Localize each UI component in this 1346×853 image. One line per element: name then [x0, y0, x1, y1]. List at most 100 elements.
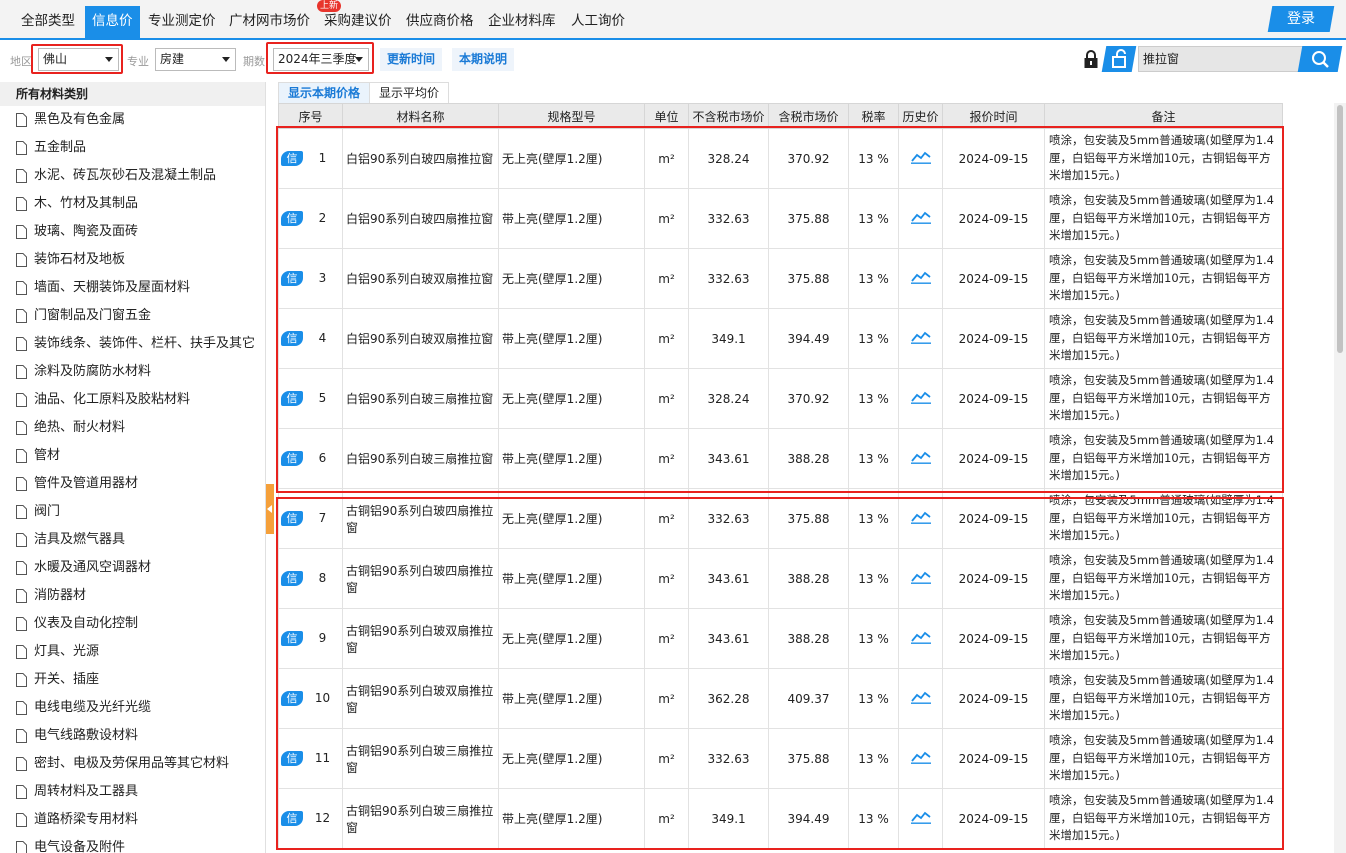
sidebar-item[interactable]: 玻璃、陶瓷及面砖	[0, 218, 265, 246]
document-icon	[16, 673, 27, 687]
document-icon	[16, 533, 27, 547]
sidebar-item[interactable]: 阀门	[0, 498, 265, 526]
top-nav: 全部类型 信息价 专业测定价 广材网市场价 采购建议价 上新 供应商价格 企业材…	[0, 0, 1346, 40]
region-highlight-box	[31, 44, 123, 74]
sidebar-item[interactable]: 电线电缆及光纤光缆	[0, 694, 265, 722]
document-icon	[16, 505, 27, 519]
document-icon	[16, 729, 27, 743]
sidebar-item-label: 涂料及防腐防水材料	[34, 364, 152, 379]
nav-tab-labor-inquiry[interactable]: 人工询价	[564, 6, 632, 36]
sidebar-item-label: 电气设备及附件	[34, 840, 126, 853]
nav-tab-supplier-price[interactable]: 供应商价格	[399, 6, 481, 36]
document-icon	[16, 841, 27, 853]
column-header: 不含税市场价	[688, 103, 769, 129]
sidebar-item[interactable]: 周转材料及工器具	[0, 778, 265, 806]
sidebar-item[interactable]: 门窗制品及门窗五金	[0, 302, 265, 330]
lock-icon[interactable]	[1083, 49, 1099, 69]
nav-tab-market-price[interactable]: 广材网市场价	[222, 6, 317, 36]
document-icon	[16, 253, 27, 267]
region-label: 地区	[10, 55, 32, 68]
sidebar-item-label: 开关、插座	[34, 672, 100, 687]
sidebar-item-label: 道路桥梁专用材料	[34, 812, 139, 827]
sidebar-item[interactable]: 水泥、砖瓦灰砂石及混凝土制品	[0, 162, 265, 190]
sidebar-item-label: 水泥、砖瓦灰砂石及混凝土制品	[34, 168, 217, 183]
document-icon	[16, 813, 27, 827]
search-input[interactable]: 推拉窗	[1138, 46, 1304, 72]
sidebar-item[interactable]: 装饰石材及地板	[0, 246, 265, 274]
sidebar-item[interactable]: 墙面、天棚装饰及屋面材料	[0, 274, 265, 302]
sidebar-item-label: 门窗制品及门窗五金	[34, 308, 152, 323]
scrollbar-thumb[interactable]	[1337, 105, 1343, 353]
document-icon	[16, 421, 27, 435]
sidebar-item-label: 木、竹材及其制品	[34, 196, 139, 211]
nav-tab-info-price[interactable]: 信息价	[85, 6, 140, 38]
period-label: 期数	[243, 55, 265, 68]
group-highlight-box-bronze-aluminum	[276, 497, 1284, 850]
document-icon	[16, 477, 27, 491]
sidebar-item-label: 黑色及有色金属	[34, 112, 126, 127]
document-icon	[16, 785, 27, 799]
column-header: 序号	[278, 103, 343, 129]
sidebar-item-label: 周转材料及工器具	[34, 784, 139, 799]
tab-average-price[interactable]: 显示平均价	[369, 82, 450, 103]
nav-tab-professional-price[interactable]: 专业测定价	[141, 6, 223, 36]
sidebar-item-label: 电气线路敷设材料	[34, 728, 139, 743]
sidebar-item[interactable]: 绝热、耐火材料	[0, 414, 265, 442]
document-icon	[16, 225, 27, 239]
sidebar-item[interactable]: 道路桥梁专用材料	[0, 806, 265, 834]
sidebar-collapse-handle[interactable]	[266, 484, 274, 534]
major-select[interactable]: 房建	[155, 48, 236, 71]
sidebar-item-label: 灯具、光源	[34, 644, 100, 659]
sidebar-item[interactable]: 仪表及自动化控制	[0, 610, 265, 638]
sidebar-item-label: 消防器材	[34, 588, 87, 603]
sidebar-item[interactable]: 电气设备及附件	[0, 834, 265, 853]
document-icon	[16, 169, 27, 183]
sidebar-item[interactable]: 管件及管道用器材	[0, 470, 265, 498]
sidebar-item[interactable]: 灯具、光源	[0, 638, 265, 666]
sidebar-item-label: 管件及管道用器材	[34, 476, 139, 491]
sidebar-item[interactable]: 管材	[0, 442, 265, 470]
sidebar-item[interactable]: 涂料及防腐防水材料	[0, 358, 265, 386]
column-header: 单位	[644, 103, 689, 129]
document-icon	[16, 589, 27, 603]
nav-tab-enterprise-library[interactable]: 企业材料库	[481, 6, 563, 36]
sidebar-item[interactable]: 水暖及通风空调器材	[0, 554, 265, 582]
search-icon	[1312, 51, 1329, 68]
document-icon	[16, 197, 27, 211]
sidebar-item-label: 电线电缆及光纤光缆	[34, 700, 152, 715]
unlock-button[interactable]	[1101, 46, 1137, 72]
document-icon	[16, 113, 27, 127]
sidebar-item[interactable]: 开关、插座	[0, 666, 265, 694]
sidebar-item[interactable]: 电气线路敷设材料	[0, 722, 265, 750]
sidebar-item[interactable]: 洁具及燃气器具	[0, 526, 265, 554]
document-icon	[16, 645, 27, 659]
update-time-link[interactable]: 更新时间	[380, 48, 443, 71]
sidebar-item[interactable]: 木、竹材及其制品	[0, 190, 265, 218]
sidebar-item[interactable]: 油品、化工原料及胶粘材料	[0, 386, 265, 414]
column-header: 税率	[848, 103, 899, 129]
document-icon	[16, 449, 27, 463]
sidebar-item-label: 装饰线条、装饰件、栏杆、扶手及其它	[34, 336, 256, 351]
sidebar-item[interactable]: 消防器材	[0, 582, 265, 610]
group-highlight-box-white-aluminum	[276, 126, 1284, 493]
tab-current-price[interactable]: 显示本期价格	[278, 82, 371, 103]
document-icon	[16, 141, 27, 155]
column-header: 含税市场价	[768, 103, 849, 129]
sidebar-item[interactable]: 密封、电极及劳保用品等其它材料	[0, 750, 265, 778]
sidebar-item[interactable]: 装饰线条、装饰件、栏杆、扶手及其它	[0, 330, 265, 358]
sidebar-item[interactable]: 五金制品	[0, 134, 265, 162]
sidebar-item-label: 装饰石材及地板	[34, 252, 126, 267]
column-header: 材料名称	[342, 103, 499, 129]
sidebar-item[interactable]: 黑色及有色金属	[0, 106, 265, 134]
table-scrollbar[interactable]	[1334, 103, 1346, 853]
document-icon	[16, 757, 27, 771]
period-note-link[interactable]: 本期说明	[452, 48, 515, 71]
nav-tab-all-types[interactable]: 全部类型	[14, 6, 82, 36]
unlock-icon	[1112, 49, 1126, 68]
document-icon	[16, 281, 27, 295]
login-button[interactable]: 登录	[1267, 6, 1335, 32]
sidebar-item-label: 绝热、耐火材料	[34, 420, 126, 435]
column-header: 规格型号	[498, 103, 645, 129]
search-button[interactable]	[1297, 46, 1343, 72]
sidebar-title: 所有材料类别	[0, 82, 265, 106]
